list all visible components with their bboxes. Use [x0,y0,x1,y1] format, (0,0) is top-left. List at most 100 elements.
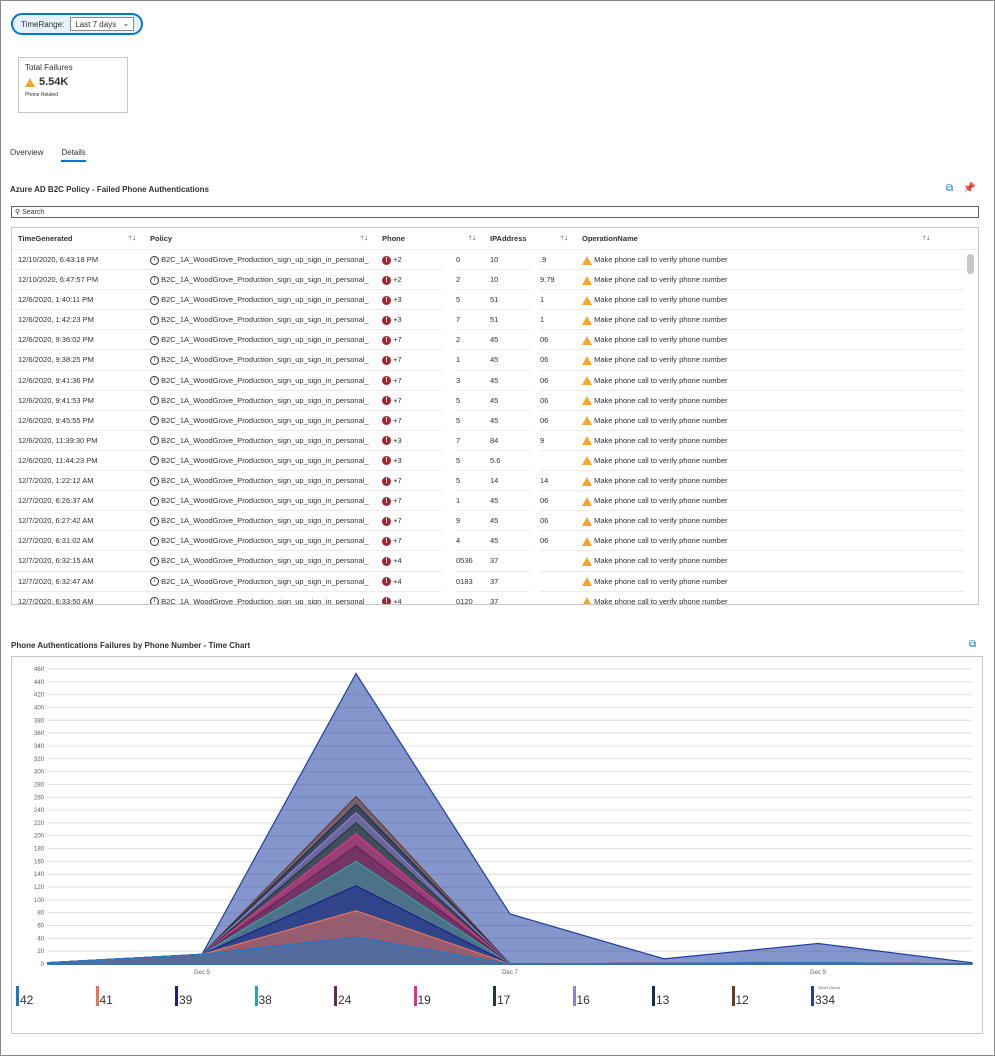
sort-icon[interactable]: ↑↓ [922,233,930,242]
table-row[interactable]: 12/7/2020, 1:22:12 AM i B2C_1A_WoodGrove_… [12,471,978,492]
table-row[interactable]: 12/6/2020, 9:41:53 PM i B2C_1A_WoodGrove_… [12,391,978,411]
legend-item[interactable]: 16 [572,983,649,1013]
legend-swatch [16,986,19,1006]
series-area[interactable] [47,672,973,965]
scrollbar-thumb[interactable] [967,254,974,274]
y-tick-label: 460 [34,667,45,673]
table-row[interactable]: 12/6/2020, 9:45:55 PM i B2C_1A_WoodGrove_… [12,411,978,431]
sort-icon[interactable]: ↑↓ [468,233,476,242]
cell-phone: ! +7 [382,536,402,546]
results-grid: TimeGenerated ↑↓ Policy ↑↓ Phone ↑↓ IPAd… [11,227,979,605]
error-icon: ! [382,456,391,466]
info-icon: i [150,496,159,506]
cell-policy: i B2C_1A_WoodGrove_Production_sign_up_si… [150,597,378,604]
table-row[interactable]: 12/7/2020, 6:31:02 AM i B2C_1A_WoodGrove_… [12,531,978,552]
table-row[interactable]: 12/7/2020, 6:27:42 AM i B2C_1A_WoodGrove_… [12,511,978,532]
col-header-ipaddress[interactable]: IPAddress [490,234,527,243]
legend-item[interactable]: 19 [413,983,490,1013]
y-tick-label: 420 [34,693,45,699]
col-header-policy[interactable]: Policy [150,234,172,243]
y-tick-label: 20 [37,949,44,955]
y-tick-label: 380 [34,718,45,724]
cell-ip: 10 [490,275,499,285]
x-tick-label: Dec 7 [502,970,518,976]
table-row[interactable]: 12/7/2020, 6:26:37 AM i B2C_1A_WoodGrove_… [12,491,978,512]
tile-subtitle: Phone Related [25,92,59,98]
cell-phone: ! +7 [382,476,402,486]
col-header-timegenerated[interactable]: TimeGenerated [18,234,72,243]
y-tick-label: 440 [34,680,45,686]
legend-item[interactable]: 12 [731,983,808,1013]
table-row[interactable]: 12/6/2020, 9:38:25 PM i B2C_1A_WoodGrove_… [12,350,978,371]
legend-item[interactable]: 13 [652,983,728,1013]
info-icon: i [150,335,159,345]
cell-operation: Make phone call to verify phone number [582,516,728,526]
warning-icon [582,295,592,305]
tab-overview[interactable]: Overview [10,148,43,162]
cell-phone: ! +7 [382,416,402,426]
table-row[interactable]: 12/6/2020, 1:42:23 PM i B2C_1A_WoodGrove_… [12,310,978,331]
cell-ip-tail: 06 [540,415,549,425]
sort-icon[interactable]: ↑↓ [360,233,368,242]
cell-phone-tail: 2 [456,335,461,345]
warning-icon [582,556,592,566]
y-tick-label: 260 [34,795,45,801]
warning-icon [582,255,592,265]
table-row[interactable]: 12/10/2020, 6:43:18 PM i B2C_1A_WoodGrove… [12,250,978,271]
tab-details[interactable]: Details [61,148,86,162]
chevron-down-icon: ⌄ [122,19,130,28]
legend-value: 17 [497,993,511,1007]
warning-icon [582,476,592,486]
open-in-logs-icon[interactable]: ⧉ [969,639,976,650]
warning-icon [582,396,592,406]
table-row[interactable]: 12/6/2020, 11:44:23 PM i B2C_1A_WoodGrove… [12,451,978,472]
legend-item[interactable]: 42 [16,983,92,1013]
cell-phone: ! +7 [382,335,402,345]
cell-ip: 14 [490,476,499,486]
sort-icon[interactable]: ↑↓ [128,233,136,242]
cell-phone-tail: 7 [456,435,461,445]
legend-item[interactable]: 24 [334,983,410,1013]
cell-policy: i B2C_1A_WoodGrove_Production_sign_up_si… [150,456,378,466]
cell-ip: 84 [490,435,499,445]
legend-item[interactable]: 17 [493,983,569,1013]
cell-operation: Make phone call to verify phone number [582,597,728,604]
cell-phone-tail: 0 [456,255,461,264]
legend-item[interactable]: 38 [254,983,331,1013]
sort-icon[interactable]: ↑↓ [560,233,568,242]
timerange-parameter: TimeRange: Last 7 days ⌄ [11,13,143,35]
pin-icon[interactable]: 📌 [963,183,975,194]
table-row[interactable]: 12/6/2020, 9:41:36 PM i B2C_1A_WoodGrove_… [12,371,978,391]
error-icon: ! [382,396,391,406]
table-row[interactable]: 12/6/2020, 1:40:11 PM i B2C_1A_WoodGrove_… [12,290,978,311]
cell-policy: i B2C_1A_WoodGrove_Production_sign_up_si… [150,476,378,486]
y-tick-label: 100 [34,898,45,904]
error-icon: ! [382,275,391,285]
col-header-phone[interactable]: Phone [382,234,405,243]
cell-phone-tail: 3 [456,375,461,385]
legend-value: 24 [338,993,352,1007]
y-tick-label: 40 [37,936,44,942]
cell-policy: i B2C_1A_WoodGrove_Production_sign_up_si… [150,376,378,386]
open-in-logs-icon[interactable]: ⧉ [946,183,953,194]
y-tick-label: 400 [34,705,45,711]
legend-item[interactable]: 41 [95,983,172,1013]
cell-policy: i B2C_1A_WoodGrove_Production_sign_up_si… [150,436,378,446]
error-icon: ! [382,335,391,345]
table-row[interactable]: 12/10/2020, 6:47:57 PM i B2C_1A_WoodGrove… [12,270,978,291]
table-row[interactable]: 12/6/2020, 9:36:02 PM i B2C_1A_WoodGrove_… [12,330,978,351]
table-row[interactable]: 12/7/2020, 6:32:15 AM i B2C_1A_WoodGrove_… [12,551,978,572]
legend-item[interactable]: Other (Sum) 334 [811,983,887,1013]
total-failures-tile[interactable]: Total Failures 5.54K Phone Related [18,57,128,113]
timerange-dropdown[interactable]: Last 7 days ⌄ [70,17,135,31]
grid-body: 12/10/2020, 6:43:18 PM i B2C_1A_WoodGrove… [12,250,978,604]
scrollbar[interactable] [964,250,978,604]
col-header-operationname[interactable]: OperationName [582,234,638,243]
legend-swatch [334,986,337,1006]
legend-item[interactable]: 39 [175,983,251,1013]
search-input[interactable]: ⚲ Search [11,206,979,218]
error-icon: ! [382,536,391,546]
table-row[interactable]: 12/6/2020, 11:39:30 PM i B2C_1A_WoodGrove… [12,431,978,451]
table-row[interactable]: 12/7/2020, 6:33:50 AM i B2C_1A_WoodGrove_… [12,592,978,604]
table-row[interactable]: 12/7/2020, 6:32:47 AM i B2C_1A_WoodGrove_… [12,572,978,592]
